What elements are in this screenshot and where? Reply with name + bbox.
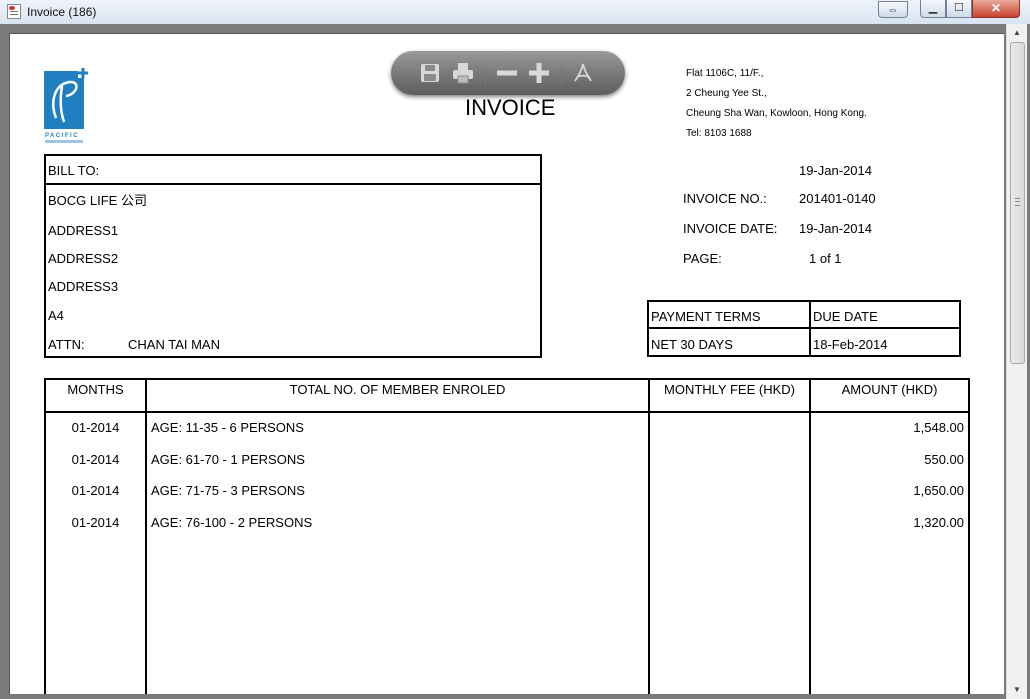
bill-to-address4: A4 bbox=[48, 308, 64, 323]
close-icon: ✕ bbox=[990, 1, 1002, 15]
close-button[interactable]: ✕ bbox=[972, 0, 1020, 18]
col-header-amount: AMOUNT (HKD) bbox=[841, 382, 938, 397]
company-address-line: Flat 1106C, 11/F., bbox=[686, 68, 764, 79]
bill-to-name: BOCG LIFE 公司 bbox=[48, 193, 147, 208]
table-col-divider bbox=[648, 378, 650, 694]
row-month: 01-2014 bbox=[71, 515, 120, 530]
invoice-no-label: INVOICE NO.: bbox=[683, 191, 767, 206]
due-date-label: DUE DATE bbox=[813, 309, 878, 324]
app-icon bbox=[7, 4, 21, 19]
zoom-in-icon[interactable] bbox=[527, 61, 551, 85]
vertical-scrollbar[interactable]: ▲ ▼ bbox=[1006, 24, 1027, 699]
row-amount: 550.00 bbox=[924, 452, 964, 467]
row-description: AGE: 11-35 - 6 PERSONS bbox=[151, 420, 304, 435]
row-amount: 1,320.00 bbox=[913, 515, 964, 530]
save-icon[interactable] bbox=[418, 61, 442, 85]
row-month: 01-2014 bbox=[71, 483, 120, 498]
window-title: Invoice (186) bbox=[27, 5, 97, 19]
page-label: PAGE: bbox=[683, 251, 722, 266]
invoice-title: INVOICE bbox=[465, 95, 556, 120]
page-value: 1 of 1 bbox=[809, 251, 842, 266]
invoice-date-label: INVOICE DATE: bbox=[683, 221, 778, 236]
maximize-icon: ☐ bbox=[954, 2, 964, 14]
row-description: AGE: 76-100 - 2 PERSONS bbox=[151, 515, 313, 530]
invoice-page: PACIFIC INVOICE Flat 1106C, 11/F., 2 Che… bbox=[9, 33, 1004, 694]
minimize-icon: ▁ bbox=[928, 2, 938, 14]
company-address-line: 2 Cheung Yee St., bbox=[686, 88, 767, 99]
grip-icon bbox=[1015, 198, 1020, 206]
scrollbar-thumb[interactable] bbox=[1010, 42, 1025, 364]
due-date-value: 18-Feb-2014 bbox=[813, 337, 888, 352]
invoice-date-top: 19-Jan-2014 bbox=[799, 163, 872, 178]
row-month: 01-2014 bbox=[71, 420, 120, 435]
invoice-date-value: 19-Jan-2014 bbox=[799, 221, 872, 236]
terms-col-divider bbox=[809, 300, 811, 357]
bill-to-address2: ADDRESS2 bbox=[48, 251, 119, 266]
resize-arrows-icon: ⇔ bbox=[887, 4, 899, 16]
table-header-divider bbox=[44, 411, 970, 413]
bill-to-address3: ADDRESS3 bbox=[48, 279, 119, 294]
zoom-out-icon[interactable] bbox=[495, 61, 519, 85]
viewer-bottom-edge bbox=[0, 695, 1006, 699]
col-header-months: MONTHS bbox=[67, 382, 124, 397]
company-phone: Tel: 8103 1688 bbox=[686, 128, 752, 139]
invoice-no-value: 201401-0140 bbox=[799, 191, 876, 206]
row-month: 01-2014 bbox=[71, 452, 120, 467]
bill-to-address1: ADDRESS1 bbox=[48, 223, 119, 238]
row-amount: 1,650.00 bbox=[913, 483, 964, 498]
bill-to-label: BILL TO: bbox=[48, 163, 100, 178]
toolbar-separator bbox=[485, 61, 486, 85]
window-titlebar[interactable]: Invoice (186) ⇔ ▁ ☐ ✕ bbox=[0, 0, 1030, 25]
attn-label: ATTN: bbox=[48, 337, 85, 352]
row-description: AGE: 71-75 - 3 PERSONS bbox=[151, 483, 305, 498]
row-amount: 1,548.00 bbox=[913, 420, 964, 435]
scroll-down-icon[interactable]: ▼ bbox=[1007, 681, 1027, 698]
bill-to-divider bbox=[44, 183, 542, 185]
company-address-line: Cheung Sha Wan, Kowloon, Hong Kong. bbox=[686, 108, 867, 119]
minimize-button[interactable]: ▁ bbox=[920, 0, 946, 18]
maximize-button[interactable]: ☐ bbox=[946, 0, 972, 18]
print-icon[interactable] bbox=[451, 61, 475, 85]
col-header-monthly-fee: MONTHLY FEE (HKD) bbox=[664, 382, 795, 397]
pdf-export-icon[interactable] bbox=[571, 61, 595, 85]
row-description: AGE: 61-70 - 1 PERSONS bbox=[151, 452, 305, 467]
company-logo: PACIFIC bbox=[44, 68, 88, 143]
viewer-toolbar bbox=[391, 51, 625, 95]
payment-terms-label: PAYMENT TERMS bbox=[651, 309, 761, 324]
resize-button[interactable]: ⇔ bbox=[878, 1, 908, 18]
toolbar-separator bbox=[561, 61, 562, 85]
col-header-members: TOTAL NO. OF MEMBER ENROLED bbox=[289, 382, 506, 397]
table-col-divider bbox=[145, 378, 147, 694]
svg-text:PACIFIC: PACIFIC bbox=[45, 133, 79, 139]
terms-divider bbox=[647, 327, 961, 329]
scroll-up-icon[interactable]: ▲ bbox=[1007, 24, 1027, 41]
payment-terms-value: NET 30 DAYS bbox=[651, 337, 733, 352]
attn-value: CHAN TAI MAN bbox=[128, 337, 220, 352]
